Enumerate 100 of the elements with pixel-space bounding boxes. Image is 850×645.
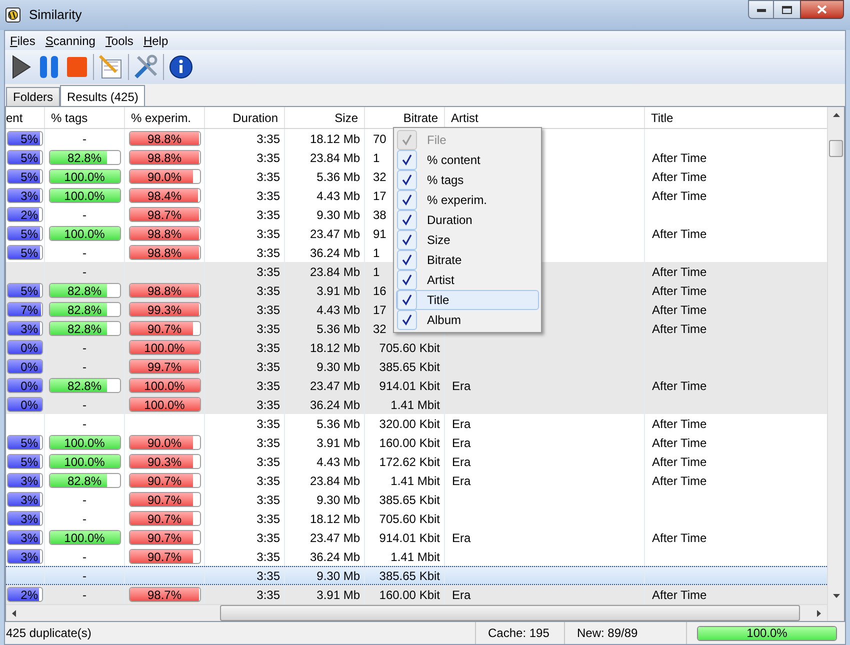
table-cell-text: Era bbox=[452, 472, 471, 490]
empty-mark: - bbox=[82, 396, 86, 414]
percent-bar: 82.8% bbox=[48, 321, 120, 336]
table-cell-text: 385.65 Kbit bbox=[379, 492, 440, 508]
percent-bar: 98.7% bbox=[128, 587, 200, 602]
table-cell-text: Era bbox=[452, 378, 471, 394]
empty-mark: - bbox=[82, 548, 86, 566]
table-cell-text: 9.30 Mb bbox=[316, 568, 360, 584]
table-cell-text: After Time bbox=[652, 320, 707, 338]
table-cell-text: 23.84 Mb bbox=[310, 150, 360, 166]
percent-bar: 5% bbox=[7, 454, 43, 469]
table-cell-text: Era bbox=[452, 454, 471, 470]
table-cell-text: 5.36 Mb bbox=[316, 320, 360, 338]
table-cell-text: After Time bbox=[652, 264, 707, 280]
percent-bar: 82.8% bbox=[48, 378, 120, 393]
table-cell-text: 1.41 Mbit bbox=[390, 396, 440, 414]
table-cell-text: 9.30 Mb bbox=[316, 358, 360, 376]
table-cell-text: 3:35 bbox=[256, 586, 280, 604]
percent-bar: 2% bbox=[7, 207, 43, 222]
table-cell-text: 914.01 Kbit bbox=[379, 378, 440, 394]
percent-bar: 82.8% bbox=[48, 473, 120, 488]
percent-bar: 99.3% bbox=[128, 302, 200, 317]
percent-bar: 82.8% bbox=[48, 302, 120, 317]
table-cell-text: 3:35 bbox=[256, 244, 280, 262]
progress-bar: 100.0% bbox=[697, 626, 837, 640]
table-cell-text: 3:35 bbox=[256, 168, 280, 186]
percent-bar: 82.8% bbox=[48, 283, 120, 298]
percent-bar: 2% bbox=[7, 587, 43, 602]
empty-mark: - bbox=[82, 206, 86, 224]
percent-bar: 98.4% bbox=[128, 188, 200, 203]
table-cell-text: After Time bbox=[652, 282, 707, 300]
table-cell-text: 70 bbox=[373, 130, 386, 148]
table-cell-text: 3:35 bbox=[256, 530, 280, 546]
table-cell-text: After Time bbox=[652, 434, 707, 452]
percent-bar: 90.7% bbox=[128, 321, 200, 336]
table-cell-text: 1 bbox=[373, 150, 380, 166]
table-cell-text: 3:35 bbox=[256, 282, 280, 300]
percent-bar: 7% bbox=[7, 302, 43, 317]
table-cell-text: 3:35 bbox=[256, 492, 280, 508]
table-cell-text: 3.91 Mb bbox=[316, 586, 360, 604]
table-cell-text: 16 bbox=[373, 282, 386, 300]
percent-bar: 90.7% bbox=[128, 511, 200, 526]
table-cell-text: 385.65 Kbit bbox=[379, 358, 440, 376]
table-cell-text: 9.30 Mb bbox=[316, 206, 360, 224]
table-cell-text: 18.12 Mb bbox=[310, 130, 360, 148]
empty-mark: - bbox=[82, 416, 86, 432]
percent-bar: 98.8% bbox=[128, 226, 200, 241]
percent-bar: 98.8% bbox=[128, 131, 200, 146]
empty-mark: - bbox=[82, 340, 86, 356]
percent-bar: 3% bbox=[7, 188, 43, 203]
percent-bar: 90.7% bbox=[128, 530, 200, 545]
percent-bar: 90.3% bbox=[128, 454, 200, 469]
table-cell-text: 36.24 Mb bbox=[310, 396, 360, 414]
table-cell-text: 1.41 Mbit bbox=[390, 548, 440, 566]
empty-mark: - bbox=[82, 264, 86, 280]
table-cell-text: Era bbox=[452, 434, 471, 452]
table-cell-text: 160.00 Kbit bbox=[379, 434, 440, 452]
percent-bar: 98.8% bbox=[128, 150, 200, 165]
table-cell-text: 3:35 bbox=[256, 226, 280, 242]
percent-bar: 90.0% bbox=[128, 435, 200, 450]
table-cell-text: After Time bbox=[652, 586, 707, 604]
table-cell-text: 3:35 bbox=[256, 130, 280, 148]
table-cell-text: 3:35 bbox=[256, 302, 280, 318]
percent-bar: 5% bbox=[7, 150, 43, 165]
table-cell-text: 705.60 Kbit bbox=[379, 510, 440, 528]
table-cell-text: 3:35 bbox=[256, 188, 280, 204]
percent-bar: 5% bbox=[7, 245, 43, 260]
percent-bar: 90.7% bbox=[128, 473, 200, 488]
table-cell-text: After Time bbox=[652, 226, 707, 242]
percent-bar: 100.0% bbox=[128, 397, 200, 412]
table-cell-text: After Time bbox=[652, 416, 707, 432]
percent-bar: 98.7% bbox=[128, 207, 200, 222]
percent-bar: 5% bbox=[7, 435, 43, 450]
percent-bar: 100.0% bbox=[128, 378, 200, 393]
table-cell-text: 17 bbox=[373, 188, 386, 204]
percent-bar: 98.8% bbox=[128, 283, 200, 298]
status-text: Cache: 195 bbox=[487, 625, 550, 642]
percent-bar: 90.7% bbox=[128, 549, 200, 564]
percent-bar: 99.7% bbox=[128, 359, 200, 374]
empty-mark: - bbox=[82, 130, 86, 148]
percent-bar: 5% bbox=[7, 283, 43, 298]
table-cell-text: 5.36 Mb bbox=[316, 416, 360, 432]
table-cell-text: 3:35 bbox=[256, 434, 280, 452]
percent-bar: 5% bbox=[7, 169, 43, 184]
table-cell-text: 3:35 bbox=[256, 378, 280, 394]
percent-bar: 100.0% bbox=[48, 454, 120, 469]
percent-bar: 3% bbox=[7, 321, 43, 336]
table-cell-text: 23.47 Mb bbox=[310, 378, 360, 394]
table-cell-text: After Time bbox=[652, 150, 707, 166]
percent-bar: 100.0% bbox=[48, 435, 120, 450]
table-cell-text: 4.43 Mb bbox=[316, 188, 360, 204]
percent-bar: 3% bbox=[7, 511, 43, 526]
table-cell-text: 91 bbox=[373, 226, 386, 242]
table-cell-text: 36.24 Mb bbox=[310, 244, 360, 262]
percent-bar: 100.0% bbox=[48, 226, 120, 241]
table-cell-text: Era bbox=[452, 586, 471, 604]
table-cell-text: 5.36 Mb bbox=[316, 168, 360, 186]
table-cell-text: 17 bbox=[373, 302, 386, 318]
percent-bar: 98.8% bbox=[128, 245, 200, 260]
table-cell-text: 9.30 Mb bbox=[316, 492, 360, 508]
